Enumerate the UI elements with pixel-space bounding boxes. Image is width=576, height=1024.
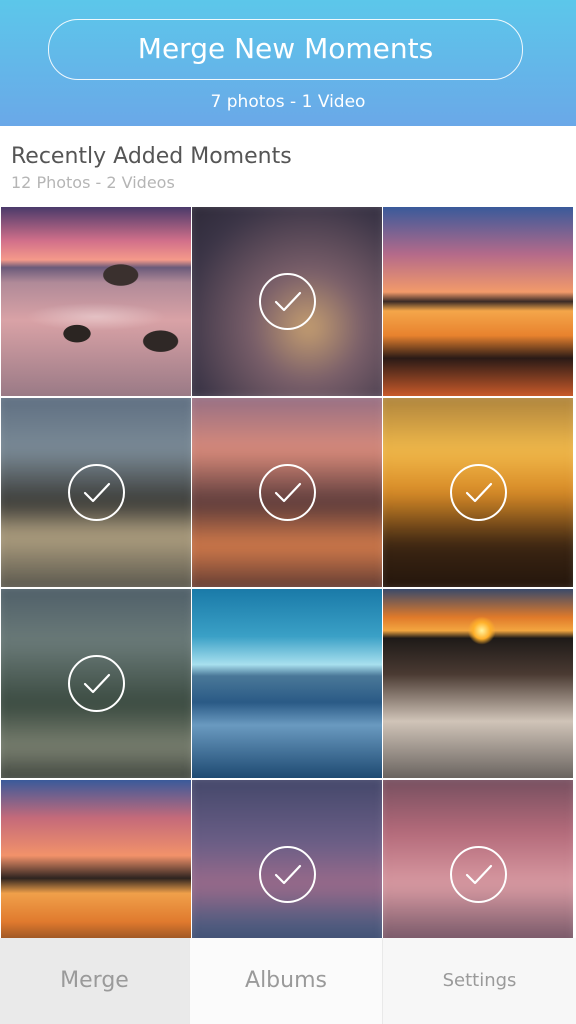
tab-albums[interactable]: Albums	[190, 938, 383, 1024]
photo-tile[interactable]	[1, 780, 191, 938]
photo-tile[interactable]	[1, 589, 191, 778]
section-title: Recently Added Moments	[11, 144, 292, 169]
checkmark-icon	[449, 846, 507, 903]
pending-count-text: 7 photos - 1 Video	[210, 92, 366, 112]
photo-tile[interactable]	[383, 589, 573, 778]
checkmark-icon	[67, 655, 125, 712]
bottom-tab-bar: Merge Albums Settings	[0, 938, 576, 1024]
photo-tile[interactable]	[1, 398, 191, 587]
header-bar: Merge New Moments 7 photos - 1 Video	[0, 0, 576, 126]
checkmark-icon	[449, 464, 507, 521]
photo-tile[interactable]	[192, 207, 382, 396]
photo-tile[interactable]	[383, 780, 573, 938]
section-count-text: 12 Photos - 2 Videos	[11, 173, 175, 192]
photo-grid	[1, 207, 576, 938]
checkmark-icon	[258, 464, 316, 521]
checkmark-icon	[258, 273, 316, 330]
photo-tile[interactable]	[192, 589, 382, 778]
tab-settings[interactable]: Settings	[383, 938, 576, 1024]
checkmark-icon	[258, 846, 316, 903]
photo-tile[interactable]	[192, 780, 382, 938]
photo-tile[interactable]	[1, 207, 191, 396]
merge-new-moments-button[interactable]: Merge New Moments	[48, 19, 523, 80]
photo-tile[interactable]	[192, 398, 382, 587]
photo-tile[interactable]	[383, 398, 573, 587]
tab-merge[interactable]: Merge	[0, 938, 190, 1024]
photo-tile[interactable]	[383, 207, 573, 396]
checkmark-icon	[67, 464, 125, 521]
